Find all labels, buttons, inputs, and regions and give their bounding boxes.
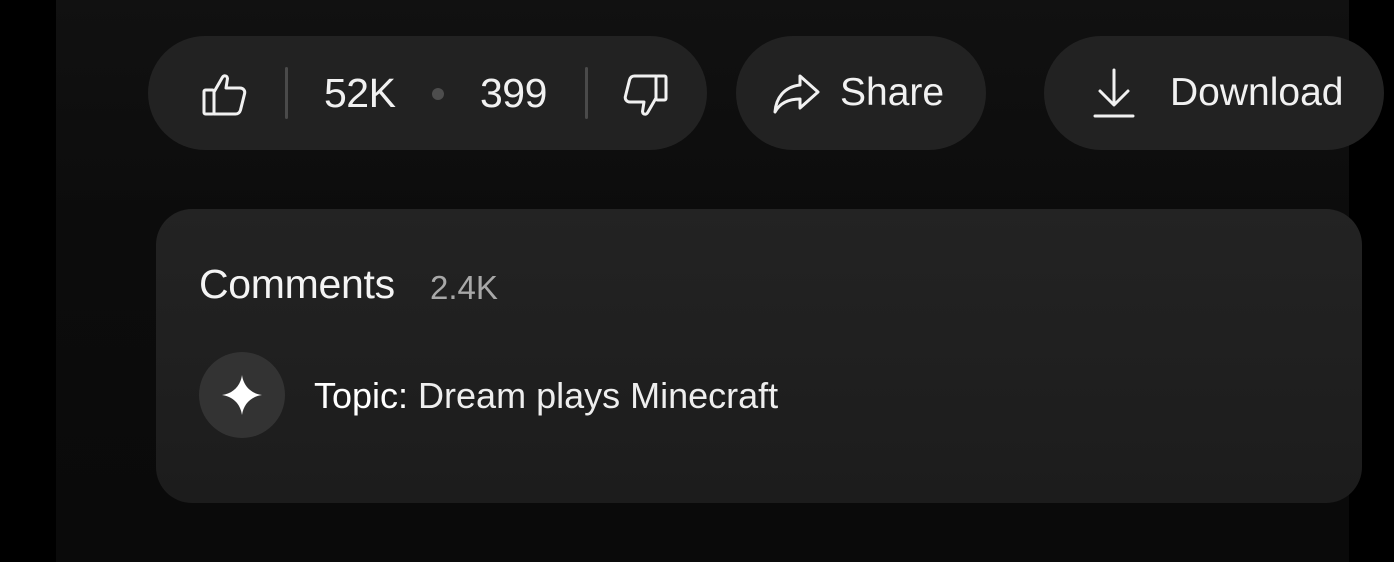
like-dislike-pill: 52K 399 — [148, 36, 707, 150]
divider — [285, 67, 288, 119]
like-count: 52K — [324, 70, 396, 116]
dislike-count: 399 — [480, 70, 547, 116]
video-actions-panel: 52K 399 Share Download Comments 2.4K Top… — [56, 0, 1384, 562]
share-button[interactable]: Share — [736, 36, 986, 150]
download-icon-wrap — [1092, 66, 1136, 120]
share-arrow-icon — [773, 74, 820, 114]
thumbs-down-icon — [623, 74, 668, 116]
dislike-button[interactable] — [622, 72, 670, 120]
topic-avatar — [199, 352, 285, 438]
comments-count: 2.4K — [430, 269, 498, 306]
download-label: Download — [1170, 71, 1344, 114]
share-icon-wrap — [772, 72, 822, 116]
separator-dot — [432, 88, 444, 100]
topic-prefix: Topic: — [314, 375, 409, 416]
topic-line[interactable]: Topic: Dream plays Minecraft — [314, 372, 778, 420]
sparkle-icon — [222, 375, 262, 415]
share-label: Share — [840, 71, 945, 114]
download-button[interactable]: Download — [1044, 36, 1384, 150]
comments-title: Comments — [199, 261, 395, 307]
divider — [585, 67, 588, 119]
comments-card[interactable]: Comments 2.4K Topic: Dream plays Minecra… — [156, 209, 1362, 503]
like-button[interactable] — [200, 70, 250, 118]
topic-value: Dream plays Minecraft — [408, 375, 779, 416]
download-arrow-icon — [1093, 68, 1135, 118]
thumbs-up-icon — [202, 74, 247, 116]
